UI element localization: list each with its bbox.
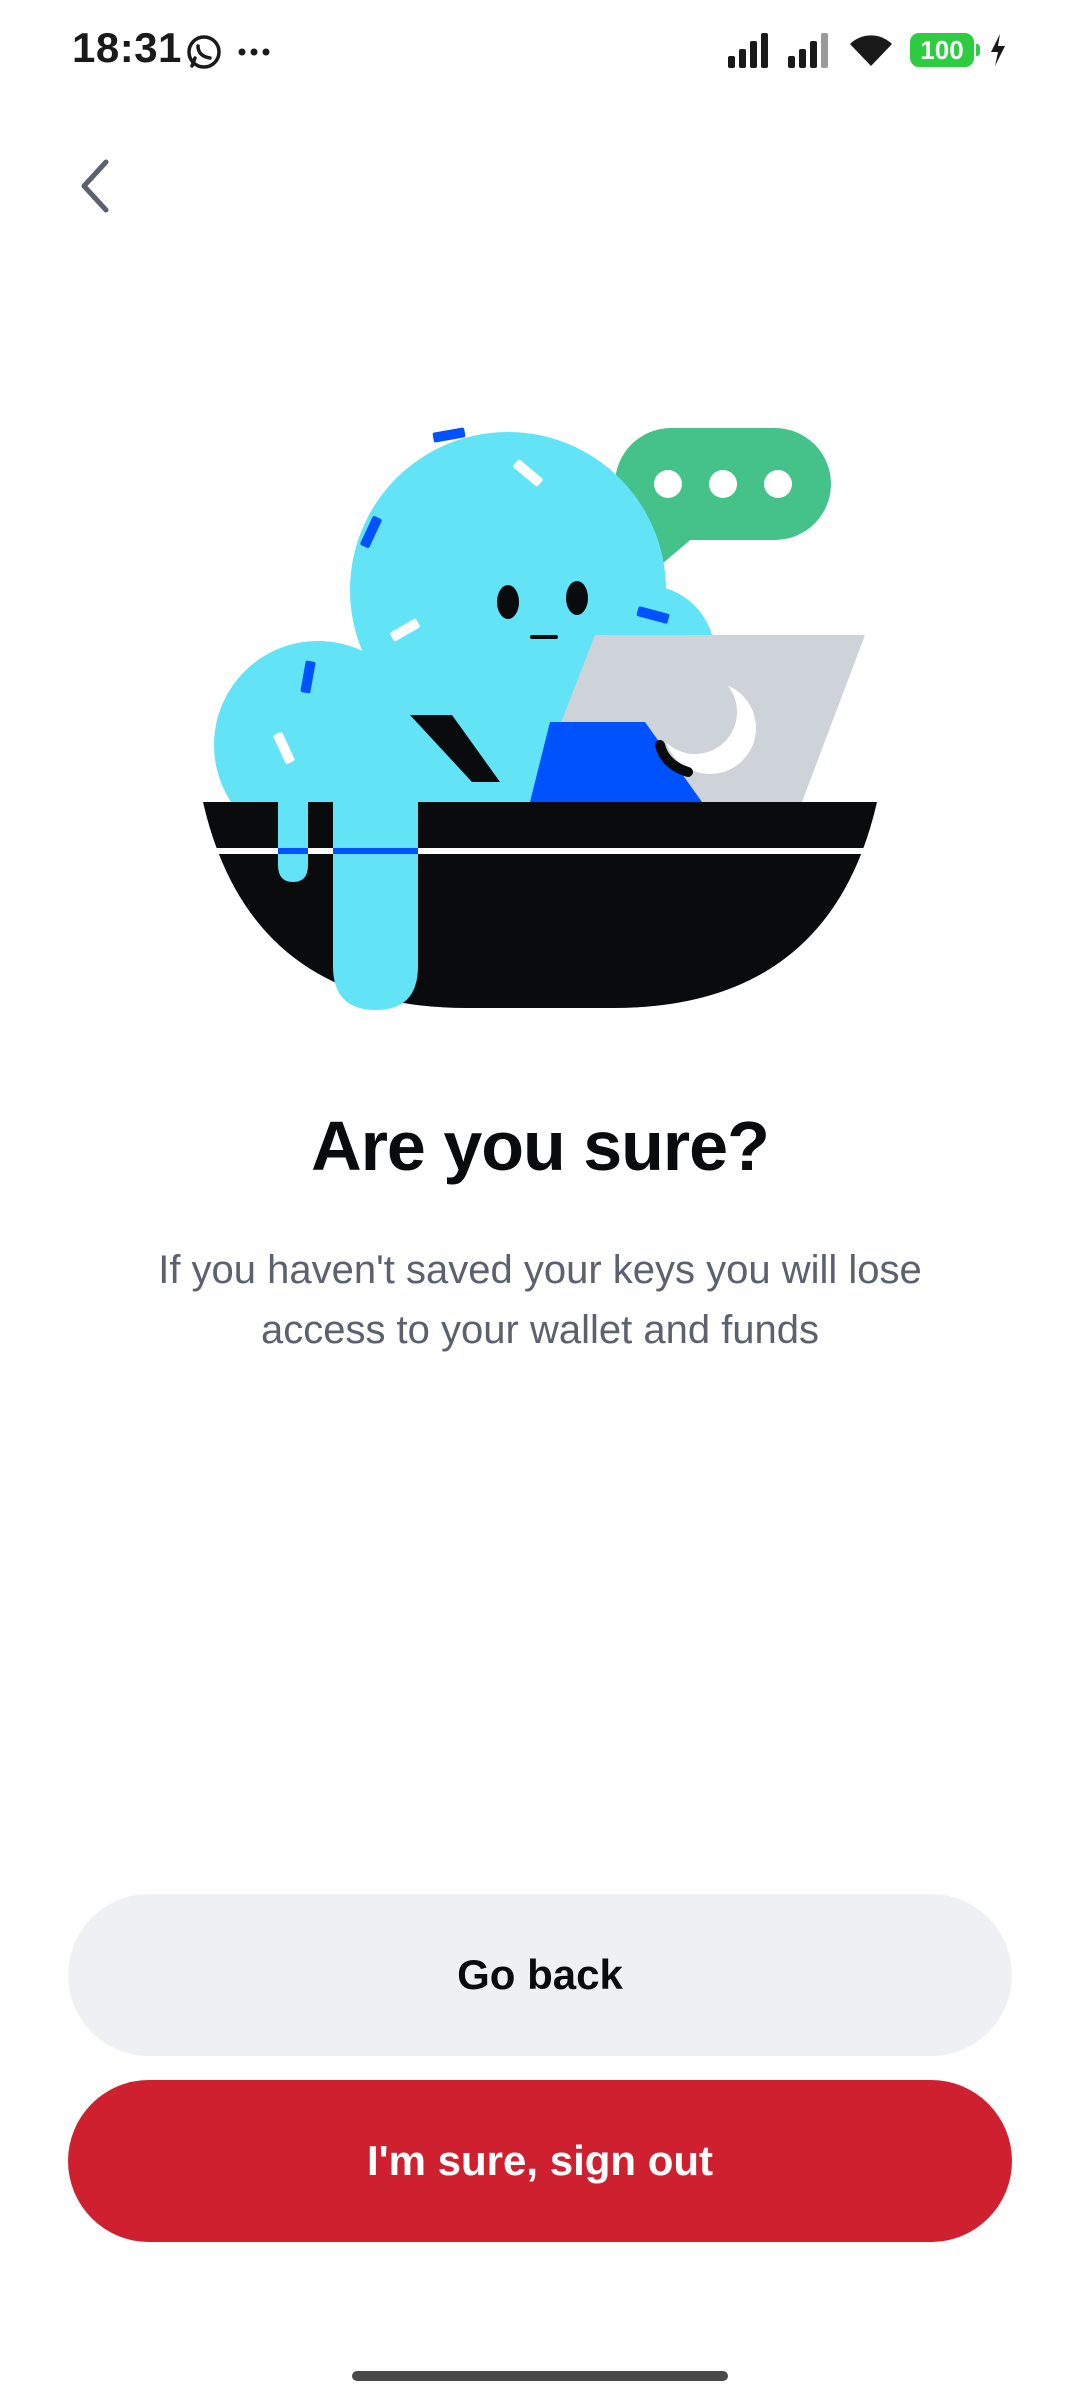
home-indicator [352,2371,728,2381]
wifi-icon [850,35,892,66]
signal-icon [788,33,828,68]
more-dots-icon [238,48,270,56]
battery-icon: 100 [910,33,980,67]
status-bar: 18:31 100 [0,0,1080,104]
status-right-icons: 100 [726,30,1008,70]
warning-message: If you haven't saved your keys you will … [158,1248,922,1352]
charging-icon [991,34,1005,66]
page-title: Are you sure? [311,1107,770,1185]
status-left-icons [184,30,304,79]
whatsapp-icon [187,35,221,69]
sign-out-illustration [190,410,890,1020]
back-button[interactable] [60,150,132,222]
sign-out-button[interactable]: I'm sure, sign out [68,2080,1012,2242]
go-back-button[interactable]: Go back [68,1894,1012,2056]
bowl-icon [203,802,877,1010]
chevron-left-icon [81,159,109,213]
battery-level: 100 [920,34,964,65]
status-time: 18:31 [72,24,182,71]
signal-icon [728,33,768,68]
